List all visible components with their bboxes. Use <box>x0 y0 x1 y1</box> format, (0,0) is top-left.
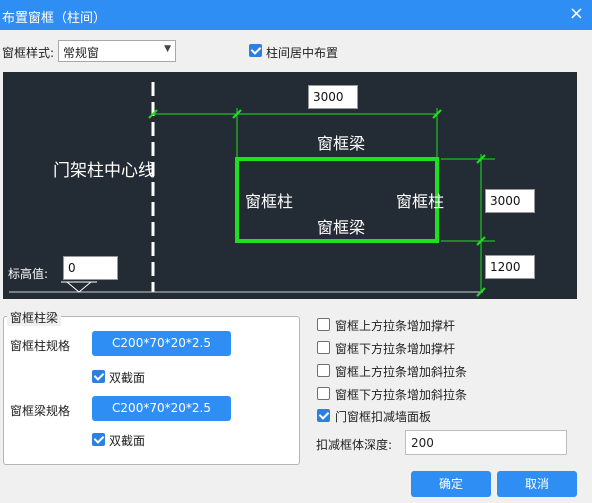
center-layout-checkbox[interactable] <box>249 44 262 57</box>
beam-double-label: 双截面 <box>109 434 146 448</box>
close-icon[interactable]: × <box>569 4 584 24</box>
frame-style-label: 窗框样式: <box>2 46 55 60</box>
option-checkbox-top-diagonal[interactable] <box>317 364 330 377</box>
width-input[interactable]: 3000 <box>308 85 358 109</box>
column-spec-label: 窗框柱规格 <box>10 339 71 353</box>
title-bar: 布置窗框（柱间） × <box>0 0 592 30</box>
column-double-checkbox[interactable] <box>92 370 105 383</box>
option-label-bottom-diagonal: 窗框下方拉条增加斜拉条 <box>335 388 468 402</box>
frame-style-value: 常规窗 <box>63 46 100 60</box>
column-double-label: 双截面 <box>109 371 146 385</box>
option-checkbox-bottom-diagonal[interactable] <box>317 387 330 400</box>
option-label-bottom-strut: 窗框下方拉条增加撑杆 <box>335 342 456 356</box>
option-label-top-diagonal: 窗框上方拉条增加斜拉条 <box>335 365 468 379</box>
deduct-depth-input[interactable]: 200 <box>405 430 567 455</box>
frame-style-select[interactable]: 常规窗 ▼ <box>58 40 176 62</box>
ok-button[interactable]: 确定 <box>411 471 491 497</box>
chevron-down-icon: ▼ <box>164 44 171 54</box>
option-label-top-strut: 窗框上方拉条增加撑杆 <box>335 319 456 333</box>
option-checkbox-bottom-strut[interactable] <box>317 341 330 354</box>
height-input[interactable]: 3000 <box>485 189 535 213</box>
option-label-deduct-panel: 门窗框扣减墙面板 <box>335 410 432 424</box>
column-beam-group-title: 窗框柱梁 <box>7 309 62 326</box>
centerline-label: 门架柱中心线 <box>53 161 155 181</box>
elevation-input[interactable]: 0 <box>63 256 118 280</box>
preview-canvas: 门架柱中心线 窗框梁 窗框柱 窗框柱 窗框梁 标高值: 3000 3000 12… <box>3 72 577 299</box>
elevation-marker-icon <box>65 281 93 293</box>
option-checkbox-deduct-panel[interactable] <box>317 409 330 422</box>
column-spec-button[interactable]: C200*70*20*2.5 <box>92 331 231 356</box>
beam-spec-button[interactable]: C200*70*20*2.5 <box>92 396 231 421</box>
beam-spec-label: 窗框梁规格 <box>10 404 71 418</box>
beam-top-label: 窗框梁 <box>317 134 366 153</box>
column-right-label: 窗框柱 <box>396 192 445 211</box>
column-left-label: 窗框柱 <box>245 192 294 211</box>
deduct-depth-label: 扣减框体深度: <box>316 438 393 452</box>
window-title: 布置窗框（柱间） <box>2 11 107 26</box>
option-checkbox-top-strut[interactable] <box>317 318 330 331</box>
elevation-label: 标高值: <box>8 267 49 281</box>
beam-double-checkbox[interactable] <box>92 433 105 446</box>
bottom-offset-input[interactable]: 1200 <box>485 255 535 279</box>
cancel-button[interactable]: 取消 <box>497 471 577 497</box>
center-layout-label: 柱间居中布置 <box>266 46 339 60</box>
beam-bottom-label: 窗框梁 <box>317 218 366 237</box>
